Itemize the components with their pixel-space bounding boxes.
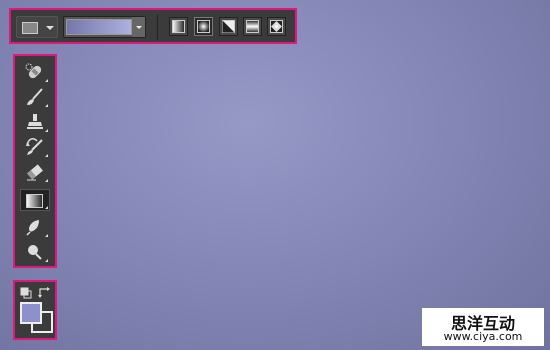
gradient-picker[interactable] [63, 16, 146, 38]
watermark: 思洋互动 www.ciya.com [422, 308, 544, 346]
submenu-indicator [45, 104, 48, 107]
angle-gradient-icon [222, 20, 235, 33]
gradient-options-bar [9, 8, 297, 44]
brush-tool[interactable] [21, 86, 49, 108]
color-swatches-panel [13, 280, 57, 340]
chevron-down-icon [136, 26, 142, 29]
tool-preset-picker[interactable] [16, 16, 58, 38]
diamond-gradient-icon [270, 20, 283, 33]
tools-panel [13, 54, 57, 268]
linear-gradient-icon [172, 20, 185, 33]
foreground-color-swatch[interactable] [20, 302, 42, 324]
history-brush-icon [26, 138, 43, 155]
submenu-indicator [45, 129, 48, 132]
divider [157, 15, 158, 40]
gradient-picker-dropdown[interactable] [132, 17, 145, 37]
clone-stamp-tool[interactable] [21, 111, 49, 133]
diamond-gradient-button[interactable] [267, 17, 286, 36]
brush-icon [27, 88, 43, 105]
preset-icon [22, 22, 38, 34]
dodge-tool[interactable] [21, 241, 49, 263]
clone-stamp-icon [27, 114, 43, 129]
eraser-icon [27, 164, 43, 181]
eraser-tool[interactable] [21, 161, 49, 183]
submenu-indicator [45, 234, 48, 237]
submenu-indicator [45, 179, 48, 182]
angle-gradient-button[interactable] [219, 17, 238, 36]
spot-healing-brush-icon [25, 63, 42, 79]
watermark-url: www.ciya.com [443, 330, 523, 343]
submenu-indicator [45, 259, 48, 262]
gradient-icon [26, 194, 43, 208]
radial-gradient-icon [197, 20, 210, 33]
dodge-icon [28, 245, 42, 260]
radial-gradient-button[interactable] [194, 17, 213, 36]
gradient-preview [66, 19, 132, 35]
submenu-indicator [45, 206, 48, 209]
default-colors-icon[interactable] [20, 287, 32, 299]
gradient-tool[interactable] [20, 189, 50, 211]
chevron-down-icon [46, 26, 54, 30]
blur-icon [26, 220, 39, 236]
spot-healing-brush-tool[interactable] [21, 61, 49, 83]
linear-gradient-button[interactable] [169, 17, 188, 36]
reflected-gradient-button[interactable] [243, 17, 262, 36]
submenu-indicator [45, 79, 48, 82]
blur-tool[interactable] [21, 216, 49, 238]
history-brush-tool[interactable] [21, 136, 49, 158]
swap-colors-icon[interactable] [37, 285, 51, 299]
reflected-gradient-icon [246, 20, 259, 33]
submenu-indicator [45, 154, 48, 157]
